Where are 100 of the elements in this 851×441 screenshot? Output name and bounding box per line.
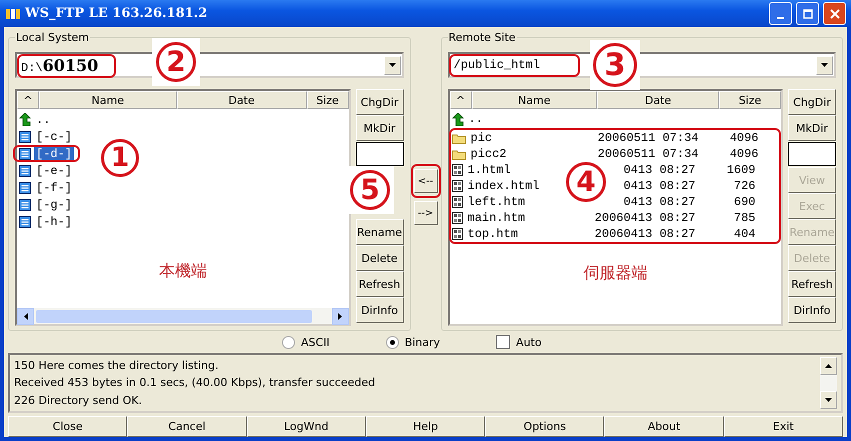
- file-name[interactable]: 1.html: [466, 163, 513, 177]
- file-date: 20060511 07:34: [598, 147, 698, 161]
- column-header[interactable]: ^: [17, 91, 39, 109]
- group-label: Remote Site: [448, 31, 517, 44]
- toolbar-button[interactable]: ChgDir: [356, 89, 404, 115]
- file-icon: [452, 180, 462, 192]
- radio-option[interactable]: Binary: [386, 336, 440, 348]
- drive-icon: [19, 216, 31, 228]
- up-arrow-icon: [19, 113, 31, 126]
- column-header[interactable]: Name: [39, 91, 176, 109]
- toolbar-button[interactable]: Refresh: [788, 271, 836, 297]
- list-item[interactable]: [-d-]: [34, 146, 74, 160]
- log-line: 226 Directory send OK.: [14, 394, 144, 407]
- transfer-button[interactable]: <--: [414, 169, 438, 193]
- file-size: 785: [734, 211, 756, 225]
- list-item[interactable]: [-g-]: [34, 198, 74, 212]
- checkbox-option[interactable]: Auto: [496, 335, 542, 349]
- command-button[interactable]: Cancel: [127, 416, 247, 437]
- callout-number: 3: [593, 43, 637, 87]
- file-date: 0413 08:27: [623, 179, 696, 193]
- file-icon: [452, 196, 462, 208]
- annotation-text: 伺服器端: [582, 263, 648, 284]
- list-item[interactable]: [-f-]: [34, 180, 74, 194]
- toolbar-button[interactable]: DirInfo: [356, 297, 404, 323]
- file-icon: [452, 164, 462, 176]
- up-arrow-icon: [825, 364, 832, 368]
- input-field[interactable]: [356, 142, 404, 166]
- list-item[interactable]: ..: [34, 112, 52, 126]
- down-arrow-icon: [388, 63, 396, 67]
- toolbar-button[interactable]: MkDir: [356, 115, 404, 141]
- column-header[interactable]: ^: [450, 91, 472, 109]
- minimize-button[interactable]: [769, 2, 792, 25]
- command-button[interactable]: Exit: [724, 416, 843, 437]
- maximize-icon: [802, 8, 812, 18]
- log-line: Received 453 bytes in 0.1 secs, (40.00 Kbps), transfer succeeded: [14, 376, 376, 390]
- toolbar-button[interactable]: Delete: [356, 245, 404, 271]
- left-arrow-icon: [24, 312, 28, 320]
- command-button[interactable]: LogWnd: [246, 416, 366, 437]
- file-icon: [452, 228, 462, 240]
- list-item[interactable]: [-c-]: [34, 130, 74, 144]
- window-title: WS_FTP LE 163.26.181.2: [25, 6, 208, 21]
- annotation-text: 本機端: [158, 261, 208, 282]
- file-date: 20060413 08:27: [594, 227, 696, 241]
- command-button[interactable]: Options: [485, 416, 604, 437]
- path-text: D:\60150: [21, 60, 98, 74]
- file-icon: [452, 212, 462, 224]
- up-arrow-icon: [452, 112, 464, 126]
- file-date: 0413 08:27: [623, 163, 696, 177]
- toolbar-button[interactable]: MkDir: [788, 115, 836, 141]
- drive-icon: [19, 198, 31, 210]
- file-date: 0413 08:27: [623, 195, 696, 209]
- file-name[interactable]: ..: [466, 112, 485, 126]
- command-button[interactable]: About: [604, 416, 724, 437]
- maximize-button[interactable]: [796, 2, 819, 25]
- right-arrow-icon: [338, 312, 342, 320]
- file-size: 726: [734, 179, 756, 193]
- file-size: 4096: [730, 147, 758, 161]
- file-size: 1609: [726, 163, 756, 177]
- callout-number: 2: [156, 42, 196, 82]
- log-line: 150 Here comes the directory listing.: [14, 359, 220, 372]
- drive-icon: [19, 182, 31, 194]
- scrollbar[interactable]: [17, 308, 348, 324]
- drive-icon: [19, 164, 31, 176]
- folder-icon: [452, 148, 466, 160]
- input-field[interactable]: [788, 142, 836, 166]
- column-header[interactable]: Size: [306, 91, 348, 109]
- file-name[interactable]: index.html: [466, 179, 542, 193]
- file-date: 20060511 07:34: [598, 131, 698, 145]
- column-header[interactable]: Date: [597, 91, 719, 109]
- command-button[interactable]: Help: [366, 416, 486, 437]
- file-name[interactable]: pic: [468, 131, 494, 145]
- column-header[interactable]: Name: [472, 91, 597, 109]
- callout-number: 1: [101, 139, 139, 177]
- file-name[interactable]: left.htm: [466, 195, 528, 209]
- transfer-button[interactable]: -->: [414, 201, 438, 225]
- column-header[interactable]: Date: [176, 91, 306, 109]
- toolbar-button[interactable]: ChgDir: [788, 89, 836, 115]
- file-size: 4096: [730, 131, 758, 145]
- command-button[interactable]: Close: [8, 416, 128, 437]
- toolbar-button[interactable]: Refresh: [356, 271, 404, 297]
- list-item[interactable]: [-e-]: [34, 164, 74, 178]
- minimize-icon: [777, 16, 784, 18]
- highlight-frame: [410, 164, 440, 198]
- column-header[interactable]: Size: [719, 91, 781, 109]
- toolbar-button[interactable]: Rename: [356, 219, 404, 245]
- file-size: 404: [734, 227, 756, 241]
- radio-option[interactable]: ASCII: [282, 336, 330, 348]
- drive-icon: [19, 130, 31, 142]
- file-date: 20060413 08:27: [594, 211, 696, 225]
- close-button[interactable]: [823, 2, 846, 25]
- drive-icon: [19, 148, 31, 160]
- path-text: /public_html: [454, 58, 540, 72]
- list-item[interactable]: [-h-]: [34, 214, 74, 228]
- app-icon: [5, 6, 21, 20]
- group-label: Local System: [15, 31, 90, 44]
- scrollbar[interactable]: [820, 357, 837, 409]
- file-name[interactable]: main.htm: [466, 211, 528, 225]
- file-name[interactable]: picc2: [468, 147, 509, 161]
- file-name[interactable]: top.htm: [466, 227, 520, 241]
- toolbar-button[interactable]: DirInfo: [788, 297, 836, 323]
